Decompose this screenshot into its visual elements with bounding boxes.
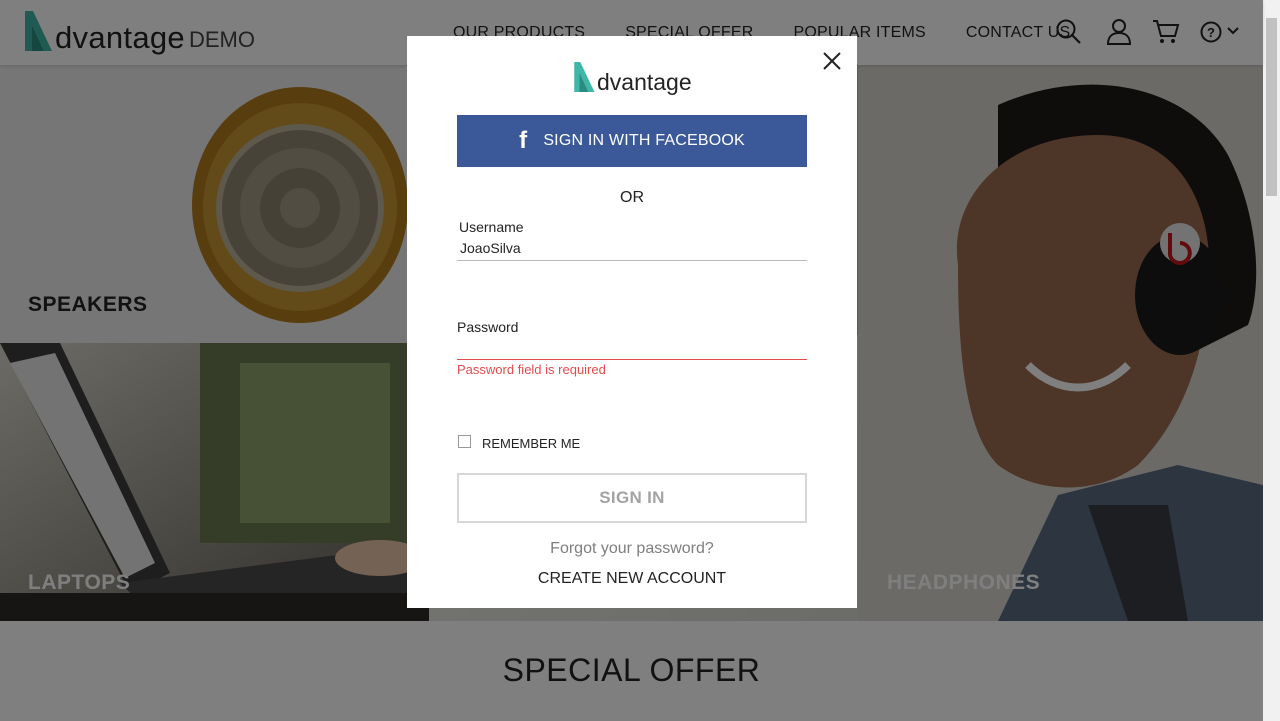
username-field[interactable] — [457, 237, 813, 259]
username-underline — [457, 260, 807, 261]
forgot-password-link[interactable]: Forgot your password? — [407, 540, 857, 558]
advantage-logo-icon — [574, 62, 595, 92]
remember-me-label[interactable]: REMEMBER ME — [482, 436, 580, 451]
password-field[interactable] — [457, 336, 813, 358]
username-label: Username — [459, 219, 524, 235]
password-error: Password field is required — [457, 362, 606, 377]
password-underline — [457, 359, 807, 360]
modal-logo-text: dvantage — [597, 69, 692, 95]
facebook-signin-button[interactable]: f SIGN IN WITH FACEBOOK — [457, 115, 807, 167]
create-account-link[interactable]: CREATE NEW ACCOUNT — [407, 570, 857, 588]
password-label: Password — [457, 319, 519, 335]
facebook-signin-label: SIGN IN WITH FACEBOOK — [543, 132, 745, 149]
scrollbar-thumb[interactable] — [1266, 18, 1277, 196]
or-divider: OR — [620, 189, 644, 206]
facebook-icon: f — [519, 127, 528, 154]
login-modal: dvantage f SIGN IN WITH FACEBOOK OR User… — [407, 36, 857, 608]
remember-me-checkbox[interactable] — [458, 435, 471, 448]
close-icon[interactable] — [822, 51, 842, 71]
signin-button[interactable]: SIGN IN — [457, 473, 807, 523]
modal-logo: dvantage — [572, 60, 692, 94]
